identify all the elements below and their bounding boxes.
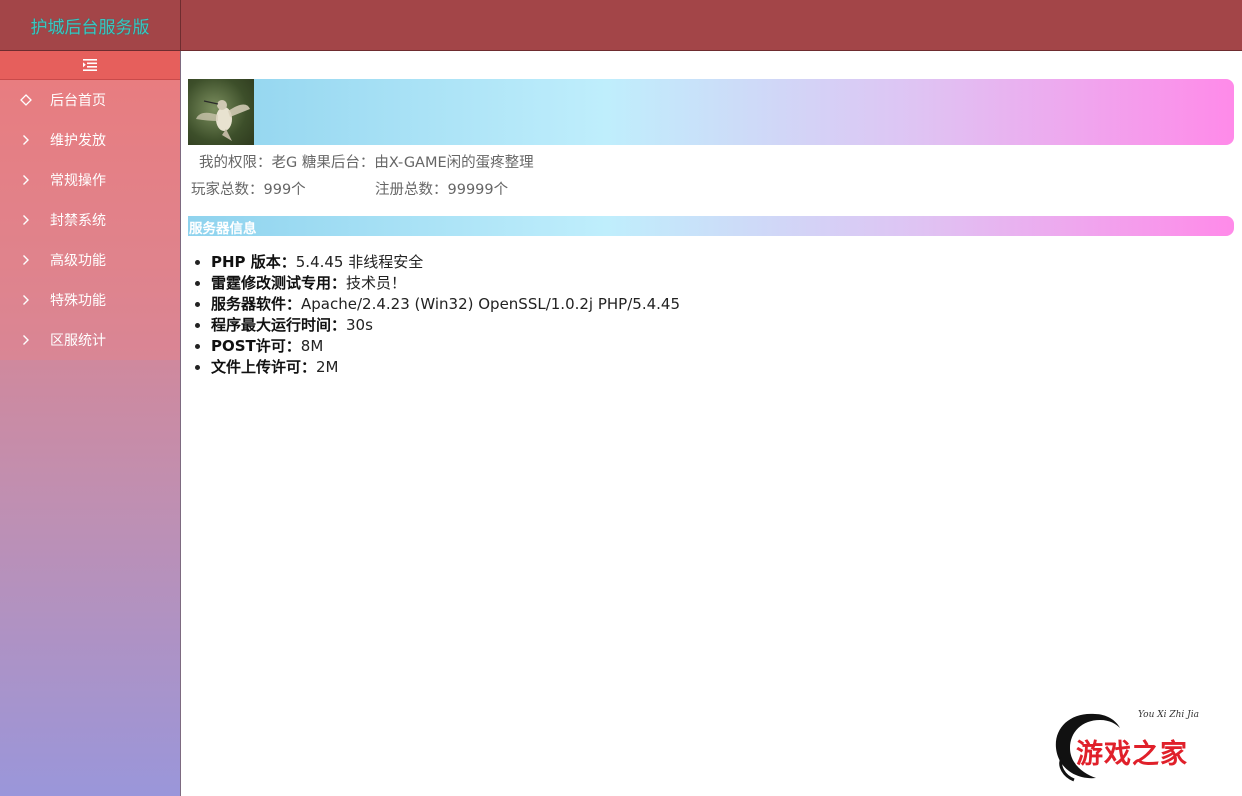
list-item: 雷霆修改测试专用：技术员！ bbox=[211, 273, 680, 294]
info-key: POST许可： bbox=[211, 337, 301, 355]
sidebar-toggle-button[interactable] bbox=[0, 51, 180, 80]
list-item: POST许可：8M bbox=[211, 336, 680, 357]
brand-area[interactable]: 护城后台服务版 bbox=[0, 0, 181, 50]
info-value: 5.4.45 非线程安全 bbox=[295, 253, 424, 271]
sidebar-item-label: 特殊功能 bbox=[50, 293, 106, 309]
chevron-right-icon bbox=[18, 134, 34, 146]
list-item: PHP 版本：5.4.45 非线程安全 bbox=[211, 252, 680, 273]
watermark-logo: You Xi Zhi Jia 游戏之家 bbox=[1050, 706, 1230, 786]
permission-line: 我的权限：老G 糖果后台：由X-GAME闲的蛋疼整理 bbox=[199, 155, 534, 171]
info-key: PHP 版本： bbox=[211, 253, 296, 271]
hummingbird-icon bbox=[196, 100, 250, 141]
sidebar-item-general[interactable]: 常规操作 bbox=[0, 160, 180, 200]
watermark-script: You Xi Zhi Jia bbox=[1138, 710, 1200, 720]
list-item: 程序最大运行时间：30s bbox=[211, 315, 680, 336]
info-value: 30s bbox=[346, 316, 373, 334]
brand-title: 护城后台服务版 bbox=[30, 17, 150, 38]
list-item: 文件上传许可：2M bbox=[211, 357, 680, 378]
diamond-icon bbox=[18, 94, 34, 106]
sidebar-item-label: 封禁系统 bbox=[50, 213, 106, 229]
sidebar-item-label: 常规操作 bbox=[50, 173, 106, 189]
info-key: 程序最大运行时间： bbox=[211, 316, 347, 334]
chevron-right-icon bbox=[18, 214, 34, 226]
sidebar-item-maintenance[interactable]: 维护发放 bbox=[0, 120, 180, 160]
players-total: 玩家总数：999个 bbox=[191, 182, 306, 198]
avatar bbox=[188, 79, 254, 145]
profile-banner bbox=[188, 79, 1234, 145]
sidebar-item-label: 维护发放 bbox=[50, 133, 106, 149]
chevron-right-icon bbox=[18, 334, 34, 346]
info-key: 服务器软件： bbox=[211, 295, 302, 313]
registered-total: 注册总数：99999个 bbox=[375, 182, 509, 198]
sidebar: 后台首页 维护发放 常规操作 封禁系统 高级功能 特殊功能 区服统计 bbox=[0, 51, 181, 796]
info-value: Apache/2.4.23 (Win32) OpenSSL/1.0.2j PHP… bbox=[301, 295, 680, 313]
chevron-right-icon bbox=[18, 254, 34, 266]
main-content: 我的权限：老G 糖果后台：由X-GAME闲的蛋疼整理 玩家总数：999个 注册总… bbox=[181, 51, 1242, 796]
sidebar-item-advanced[interactable]: 高级功能 bbox=[0, 240, 180, 280]
sidebar-item-label: 高级功能 bbox=[50, 253, 106, 269]
sidebar-item-ban-system[interactable]: 封禁系统 bbox=[0, 200, 180, 240]
info-value: 2M bbox=[316, 358, 339, 376]
server-info-title: 服务器信息 bbox=[189, 221, 257, 237]
list-item: 服务器软件：Apache/2.4.23 (Win32) OpenSSL/1.0.… bbox=[211, 294, 680, 315]
top-bar: 护城后台服务版 bbox=[0, 0, 1242, 51]
sidebar-menu: 后台首页 维护发放 常规操作 封禁系统 高级功能 特殊功能 区服统计 bbox=[0, 80, 180, 360]
sidebar-item-server-stats[interactable]: 区服统计 bbox=[0, 320, 180, 360]
watermark-text: 游戏之家 bbox=[1076, 739, 1188, 770]
server-info-list: PHP 版本：5.4.45 非线程安全 雷霆修改测试专用：技术员！ 服务器软件：… bbox=[181, 252, 680, 378]
chevron-right-icon bbox=[18, 174, 34, 186]
info-key: 文件上传许可： bbox=[211, 358, 317, 376]
menu-collapse-icon bbox=[83, 59, 97, 71]
info-value: 技术员！ bbox=[346, 274, 407, 292]
sidebar-item-home[interactable]: 后台首页 bbox=[0, 80, 180, 120]
sidebar-item-label: 区服统计 bbox=[50, 333, 106, 349]
server-info-header: 服务器信息 bbox=[188, 216, 1234, 237]
info-key: 雷霆修改测试专用： bbox=[211, 274, 347, 292]
chevron-right-icon bbox=[18, 294, 34, 306]
sidebar-item-label: 后台首页 bbox=[50, 93, 106, 109]
info-value: 8M bbox=[300, 337, 324, 355]
sidebar-item-special[interactable]: 特殊功能 bbox=[0, 280, 180, 320]
